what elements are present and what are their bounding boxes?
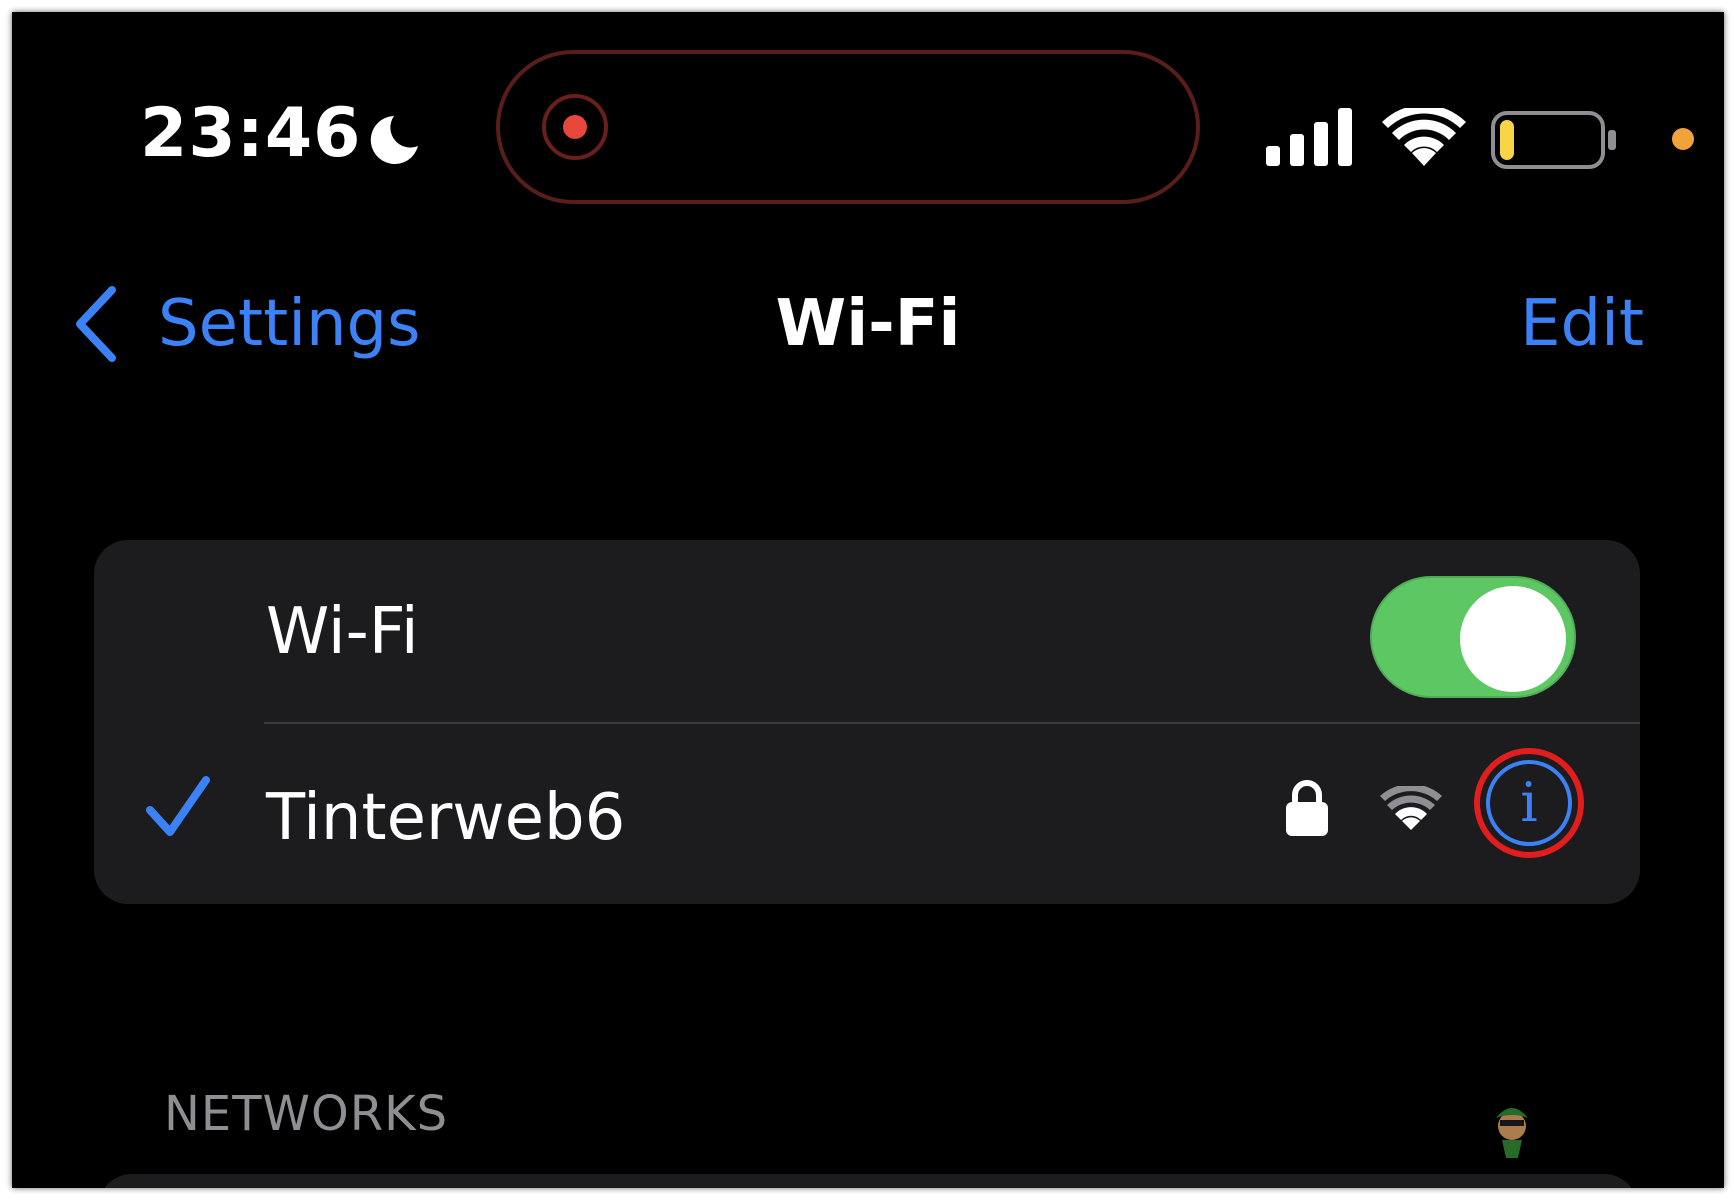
- status-time: 23:46: [140, 94, 362, 173]
- record-icon: [542, 94, 608, 160]
- wifi-toggle[interactable]: [1370, 576, 1576, 698]
- record-dot: [563, 115, 587, 139]
- privacy-indicator-dot: [1672, 128, 1694, 150]
- dynamic-island[interactable]: [496, 50, 1200, 204]
- edit-button[interactable]: Edit: [1520, 292, 1644, 356]
- wifi-signal-icon: [1380, 786, 1442, 830]
- divider: [264, 722, 1640, 724]
- connected-network-name[interactable]: Tinterweb6: [266, 786, 625, 850]
- checkmark-icon: [146, 776, 210, 836]
- lock-icon: [1286, 780, 1328, 836]
- wifi-settings-card: Wi-Fi Tinterweb6 i: [94, 540, 1640, 904]
- wifi-toggle-label: Wi-Fi: [266, 595, 419, 669]
- moon-icon: [370, 116, 418, 164]
- info-highlight-circle: i: [1474, 748, 1584, 858]
- battery-level-fill: [1500, 120, 1514, 160]
- info-icon[interactable]: i: [1486, 760, 1572, 846]
- toggle-knob: [1460, 586, 1566, 692]
- cellular-signal-icon: [1266, 108, 1352, 166]
- wifi-icon: [1382, 108, 1466, 166]
- page-title: Wi-Fi: [775, 287, 961, 361]
- networks-card: [98, 1174, 1638, 1188]
- phone-screen: 23:46 Settings Wi-Fi Edit Wi-Fi Tinterwe…: [12, 12, 1724, 1188]
- networks-section-header: NETWORKS: [164, 1086, 449, 1142]
- battery-low-icon: [1491, 111, 1616, 169]
- watermark-logo: [1496, 1108, 1528, 1158]
